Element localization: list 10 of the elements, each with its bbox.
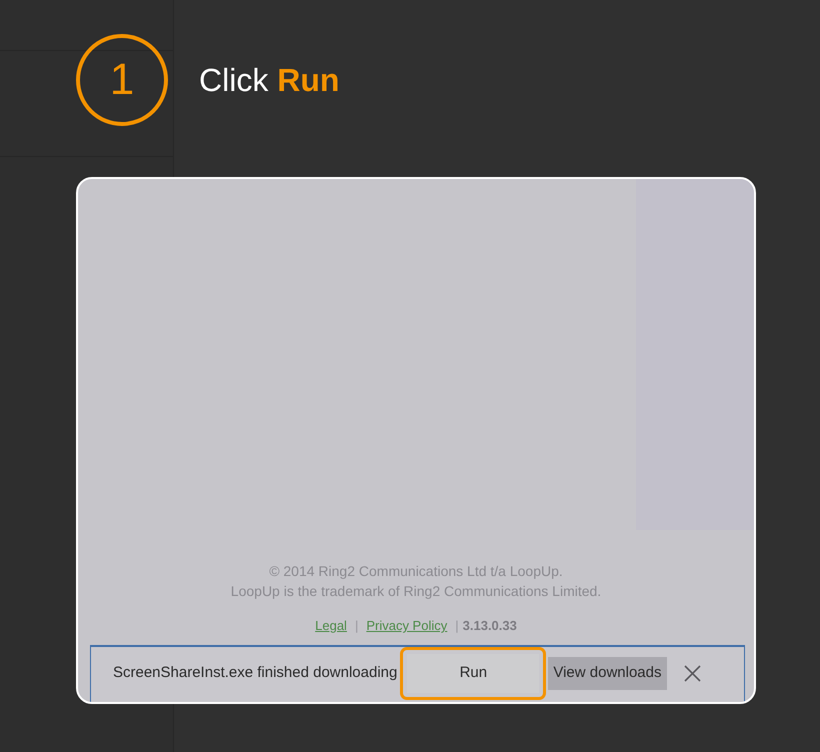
download-message: ScreenShareInst.exe finished downloading	[113, 663, 398, 684]
copyright-text: © 2014 Ring2 Communications Ltd t/a LoopUp.	[269, 562, 563, 581]
version-text: 3.13.0.33	[462, 617, 517, 635]
trademark-text: LoopUp is the trademark of Ring2 Communications Limited.	[230, 582, 602, 601]
run-button[interactable]: Run	[400, 647, 546, 700]
separator-text: |	[354, 617, 358, 635]
separator-text: |	[455, 617, 459, 635]
view-downloads-button[interactable]: View downloads	[548, 657, 666, 690]
step-heading: Click Run	[199, 64, 340, 96]
close-icon[interactable]	[684, 665, 700, 682]
